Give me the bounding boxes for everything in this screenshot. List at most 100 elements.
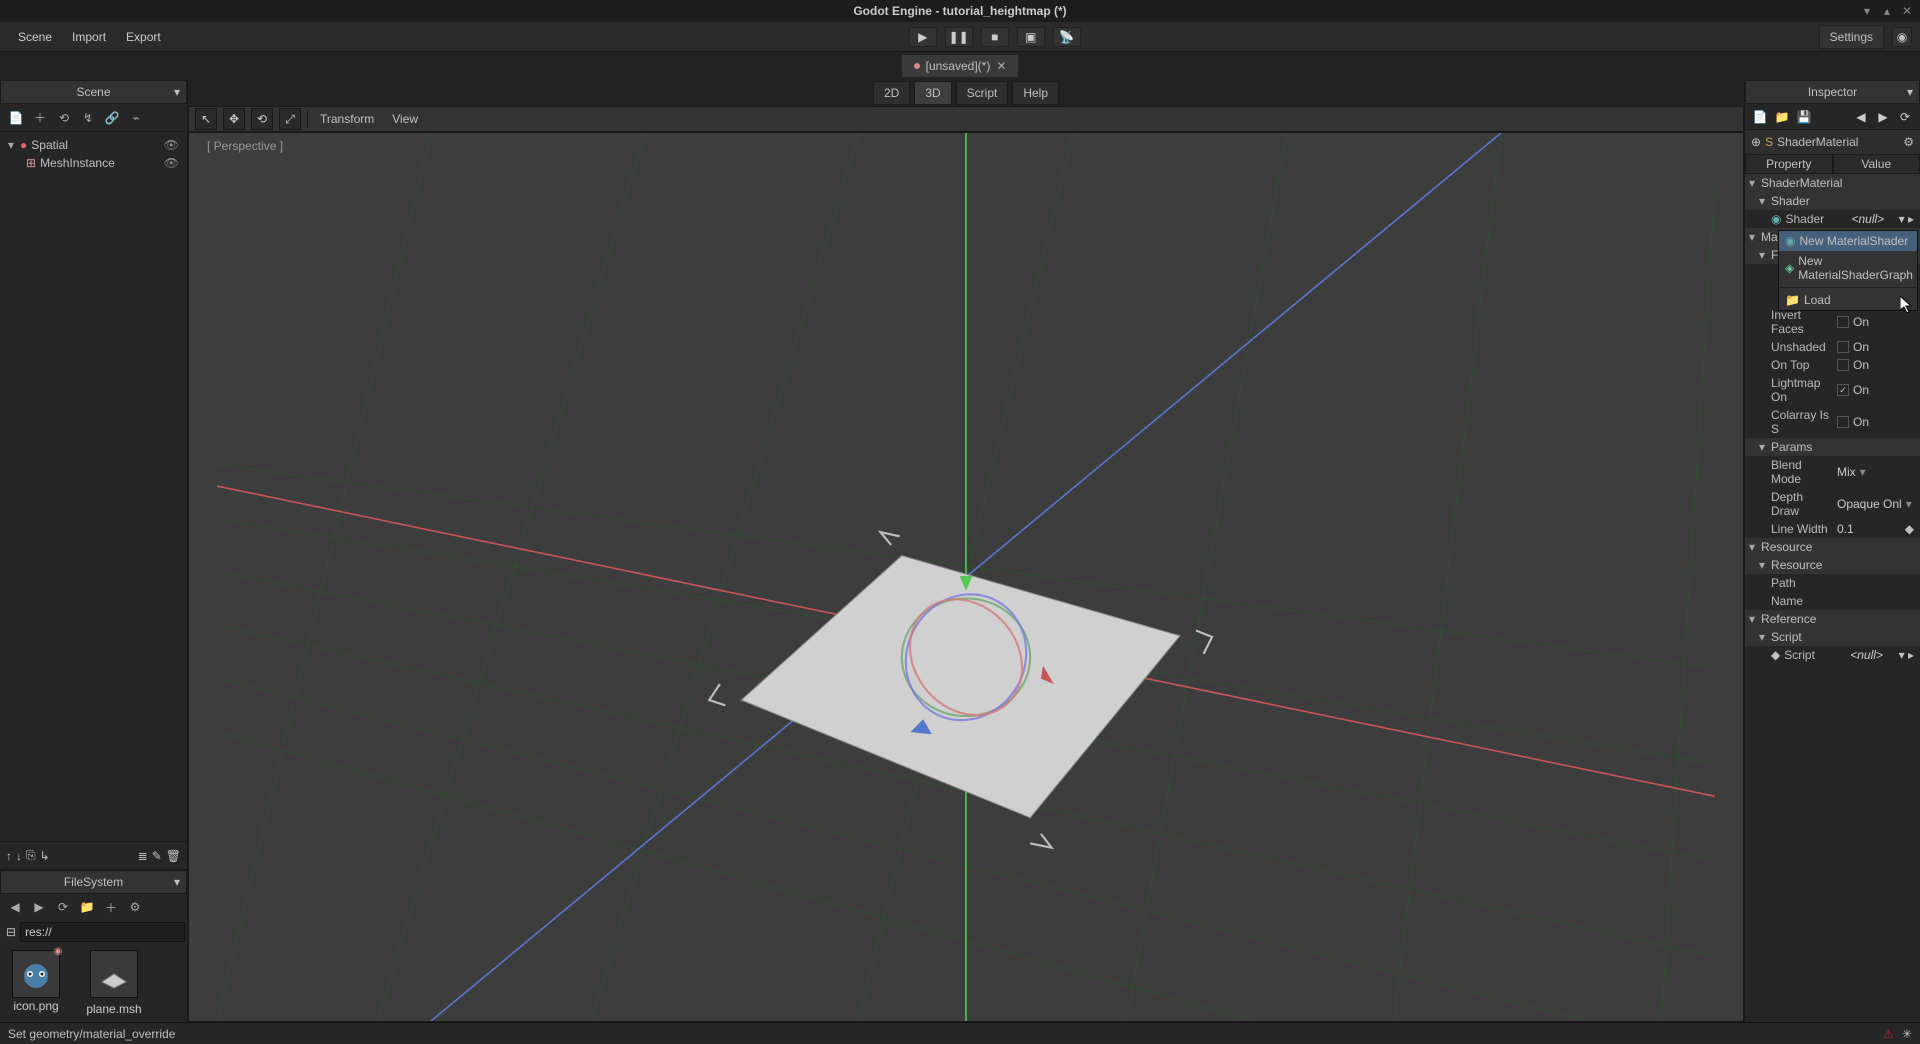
history-back-icon[interactable]: ◀ — [1852, 108, 1870, 126]
filesystem-panel-header[interactable]: FileSystem ▾ — [0, 870, 187, 894]
prop-name[interactable]: Name — [1745, 592, 1920, 610]
prop-blend-mode[interactable]: Blend ModeMix — [1745, 456, 1920, 488]
play-button[interactable]: ▶ — [909, 27, 937, 47]
dock-menu-icon[interactable]: ▾ — [174, 85, 180, 99]
scene-tab[interactable]: [unsaved](*) ✕ — [901, 54, 1020, 78]
checkbox[interactable] — [1837, 341, 1849, 353]
section-script[interactable]: Script — [1745, 628, 1920, 646]
settings-button[interactable]: Settings — [1819, 25, 1884, 49]
checkbox[interactable] — [1837, 416, 1849, 428]
section-resource[interactable]: Resource — [1745, 538, 1920, 556]
object-options-icon[interactable]: ⚙ — [1903, 135, 1914, 149]
nav-reload-icon[interactable]: ⟳ — [54, 898, 72, 916]
section-params[interactable]: Params — [1745, 438, 1920, 456]
transform-menu[interactable]: Transform — [314, 112, 380, 126]
3d-viewport[interactable]: [ Perspective ] — [188, 132, 1744, 1022]
prop-path[interactable]: Path — [1745, 574, 1920, 592]
menu-import[interactable]: Import — [62, 26, 116, 48]
dock-menu-icon[interactable]: ▾ — [174, 875, 180, 889]
section-resource-sub[interactable]: Resource — [1745, 556, 1920, 574]
filesystem-path-input[interactable] — [20, 922, 185, 942]
replace-node-icon[interactable]: ↯ — [78, 108, 98, 128]
history-forward-icon[interactable]: ▶ — [1874, 108, 1892, 126]
checkbox[interactable] — [1837, 359, 1849, 371]
stop-button[interactable]: ■ — [981, 27, 1009, 47]
menu-scene[interactable]: Scene — [8, 26, 62, 48]
script-icon[interactable]: ⌁ — [126, 108, 146, 128]
dock-menu-icon[interactable]: ▾ — [1907, 85, 1913, 99]
filesystem-item[interactable]: plane.msh — [84, 950, 144, 1016]
new-resource-icon[interactable]: 📄 — [1751, 108, 1769, 126]
rotate-tool-icon[interactable]: ⟲ — [251, 108, 273, 130]
nav-back-icon[interactable]: ◀ — [6, 898, 24, 916]
connect-icon[interactable]: 🔗 — [102, 108, 122, 128]
prop-colarray[interactable]: Colarray Is SOn — [1745, 406, 1920, 438]
filesystem-item[interactable]: ◉ icon.png — [6, 950, 66, 1016]
dropdown-item-new-material-shader[interactable]: ◉ New MaterialShader — [1779, 231, 1917, 251]
remote-debug-button[interactable]: 📡 — [1053, 27, 1081, 47]
prop-lightmap-on[interactable]: Lightmap OnOn — [1745, 374, 1920, 406]
mode-tab-script[interactable]: Script — [956, 81, 1009, 105]
nav-folder-icon[interactable]: 📁 — [78, 898, 96, 916]
delete-icon[interactable]: 🗑 — [166, 849, 181, 863]
prop-unshaded[interactable]: UnshadedOn — [1745, 338, 1920, 356]
history-menu-icon[interactable]: ⟳ — [1896, 108, 1914, 126]
expand-icon[interactable] — [8, 138, 16, 152]
nav-settings-icon[interactable]: ⚙ — [126, 898, 144, 916]
nav-add-icon[interactable]: ＋ — [102, 898, 120, 916]
tree-mode-icon[interactable]: ⊟ — [6, 925, 16, 939]
file-thumbnail — [12, 950, 60, 998]
reparent-icon[interactable]: ↳ — [40, 849, 50, 863]
dropdown-icon[interactable]: ▾ ▸ — [1899, 648, 1914, 662]
window-maximize-button[interactable]: ▴ — [1880, 4, 1894, 18]
error-count[interactable]: ⚠ — [1883, 1027, 1894, 1041]
nav-forward-icon[interactable]: ▶ — [30, 898, 48, 916]
mode-tab-3d[interactable]: 3D — [914, 81, 951, 105]
add-node-icon[interactable]: ＋ — [30, 108, 50, 128]
window-close-button[interactable]: ✕ — [1900, 4, 1914, 18]
prop-script[interactable]: ◆ Script <null> ▾ ▸ — [1745, 646, 1920, 664]
select-tool-icon[interactable]: ↖ — [195, 108, 217, 130]
instance-icon[interactable]: ⟲ — [54, 108, 74, 128]
move-down-icon[interactable]: ↓ — [16, 849, 22, 863]
move-up-icon[interactable]: ↑ — [6, 849, 12, 863]
prop-line-width[interactable]: Line Width0.1◆ — [1745, 520, 1920, 538]
mode-tab-2d[interactable]: 2D — [873, 81, 910, 105]
prop-shader[interactable]: ◉ Shader <null> ▾ ▸ — [1745, 210, 1920, 228]
prop-on-top[interactable]: On TopOn — [1745, 356, 1920, 374]
move-tool-icon[interactable]: ✥ — [223, 108, 245, 130]
section-shader-material[interactable]: ShaderMaterial — [1745, 174, 1920, 192]
prop-depth-draw[interactable]: Depth DrawOpaque Onl — [1745, 488, 1920, 520]
dropdown-item-load[interactable]: 📁 Load — [1779, 290, 1917, 310]
dropdown-item-new-material-shader-graph[interactable]: ◈ New MaterialShaderGraph — [1779, 251, 1917, 285]
pause-button[interactable]: ❚❚ — [945, 27, 973, 47]
visibility-toggle-icon[interactable]: 👁 — [164, 138, 179, 152]
window-minimize-button[interactable]: ▾ — [1860, 4, 1874, 18]
play-scene-button[interactable]: ▣ — [1017, 27, 1045, 47]
save-resource-icon[interactable]: 💾 — [1795, 108, 1813, 126]
scale-tool-icon[interactable]: ⤢ — [279, 108, 301, 130]
perspective-label[interactable]: [ Perspective ] — [207, 139, 283, 153]
menu-export[interactable]: Export — [116, 26, 171, 48]
dropdown-icon[interactable]: ▾ ▸ — [1899, 212, 1914, 226]
inspector-panel-header[interactable]: Inspector ▾ — [1745, 80, 1920, 104]
checkbox[interactable] — [1837, 384, 1849, 396]
filter-icon[interactable]: ✎ — [152, 849, 162, 863]
close-tab-button[interactable]: ✕ — [996, 59, 1006, 73]
visibility-toggle-icon[interactable]: 👁 — [164, 156, 179, 170]
section-reference[interactable]: Reference — [1745, 610, 1920, 628]
duplicate-icon[interactable]: ⎘ — [26, 848, 36, 863]
view-menu[interactable]: View — [386, 112, 424, 126]
output-toggle-icon[interactable]: ✳ — [1902, 1027, 1912, 1041]
scene-panel-header[interactable]: Scene ▾ — [0, 80, 187, 104]
checkbox[interactable] — [1837, 316, 1849, 328]
settings-icon[interactable]: ◉ — [1892, 27, 1912, 47]
mode-tab-help[interactable]: Help — [1012, 81, 1059, 105]
scene-tree-item[interactable]: ⊞ MeshInstance 👁 — [4, 154, 183, 172]
new-node-icon[interactable]: 📄 — [6, 108, 26, 128]
open-resource-icon[interactable]: 📁 — [1773, 108, 1791, 126]
spinner-icon[interactable]: ◆ — [1905, 522, 1914, 536]
multi-edit-icon[interactable]: ≣ — [138, 849, 148, 863]
section-shader[interactable]: Shader — [1745, 192, 1920, 210]
scene-tree-root[interactable]: ● Spatial 👁 — [4, 136, 183, 154]
